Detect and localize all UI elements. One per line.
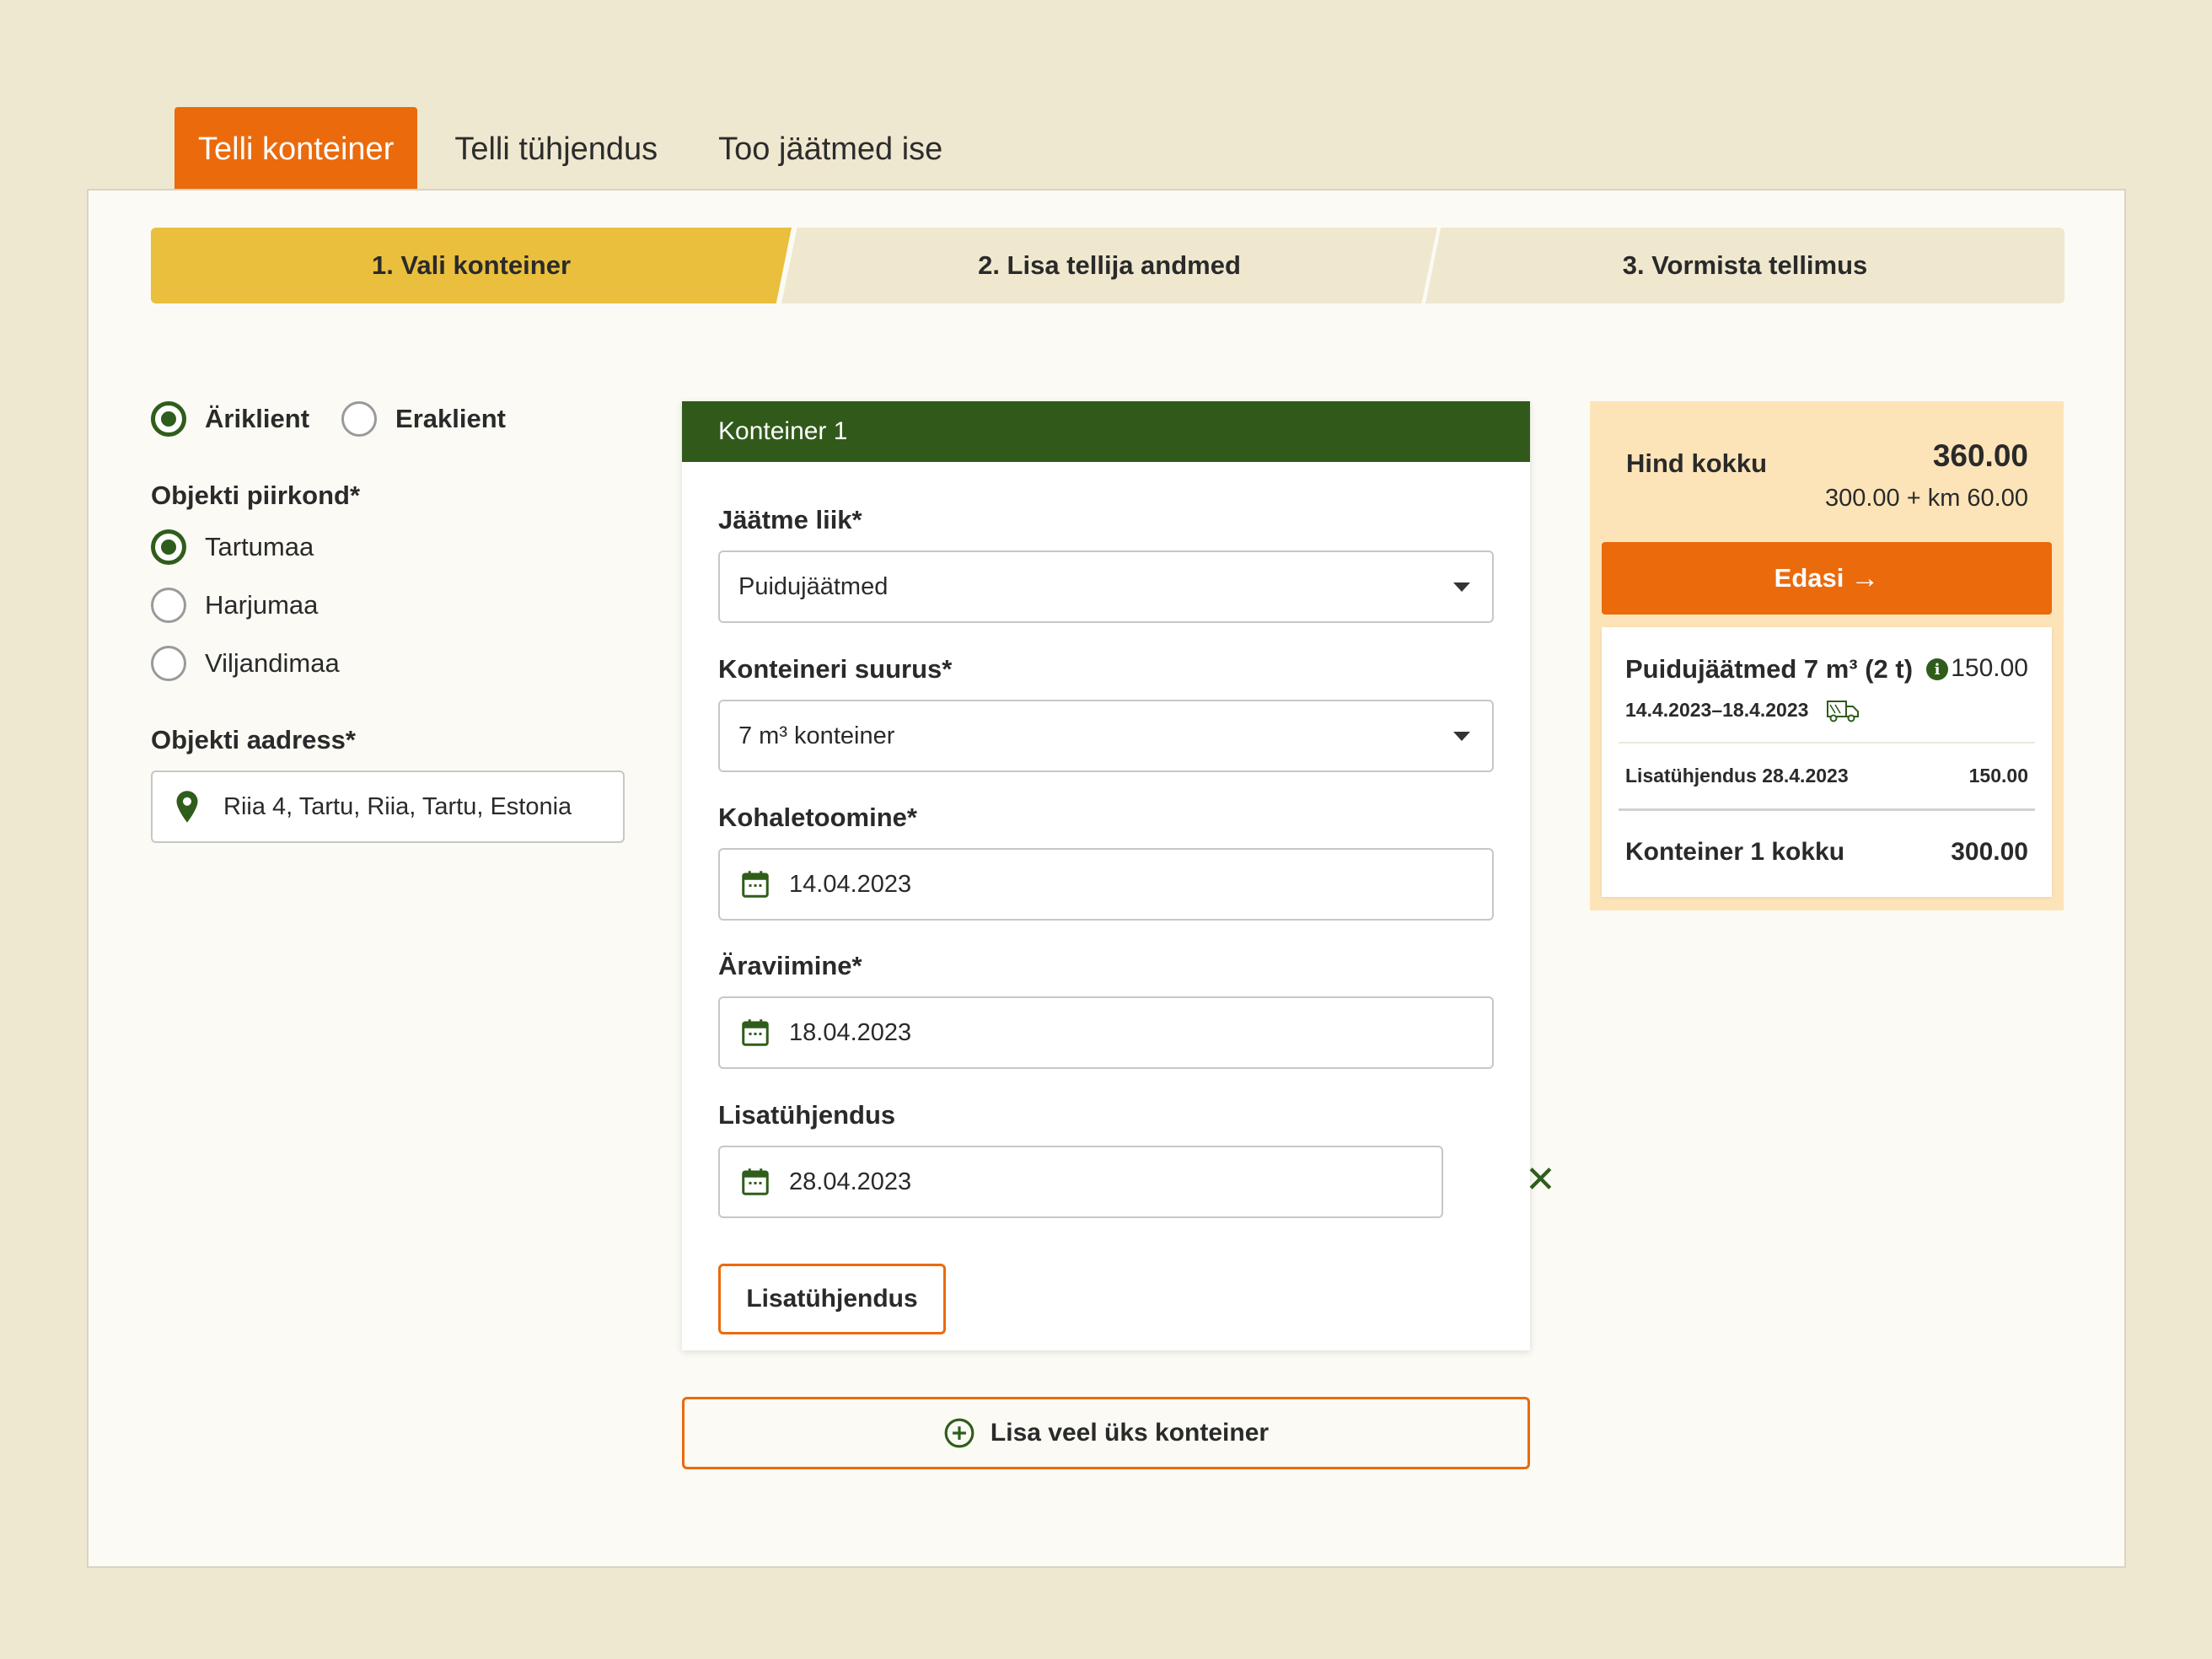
location-pin-icon	[176, 791, 198, 823]
address-value: Riia 4, Tartu, Riia, Tartu, Estonia	[223, 792, 572, 820]
step-finalize-order: 3. Vormista tellimus	[1425, 228, 2064, 303]
waste-type-label: Jäätme liik*	[718, 505, 862, 534]
next-button[interactable]: Edasi →	[1602, 542, 2052, 615]
next-button-label: Edasi	[1774, 563, 1844, 593]
calendar-icon	[742, 871, 769, 898]
dropdown-caret-icon	[1453, 583, 1470, 592]
radio-label: Viljandimaa	[205, 648, 340, 678]
extra-emptying-line-price: 150.00	[1968, 765, 2028, 787]
radio-label: Äriklient	[205, 404, 310, 433]
container-total-label: Konteiner 1 kokku	[1625, 838, 1845, 866]
add-another-container-label: Lisa veel üks konteiner	[990, 1419, 1270, 1447]
radio-selected-icon	[151, 529, 186, 565]
remove-extra-emptying-icon[interactable]: ✕	[1525, 1162, 1556, 1199]
tab-order-container[interactable]: Telli konteiner	[174, 107, 418, 191]
radio-label: Eraklient	[395, 404, 506, 433]
client-type-group: Äriklient Eraklient	[151, 401, 631, 437]
step-choose-container: 1. Vali konteiner	[151, 228, 792, 303]
container-title: Konteiner 1	[682, 401, 1530, 462]
pickup-date-input[interactable]: 18.04.2023	[718, 996, 1494, 1069]
delivery-date-label: Kohaletoomine*	[718, 803, 917, 832]
pickup-date-label: Äraviimine*	[718, 951, 862, 980]
arrow-right-icon: →	[1850, 561, 1880, 594]
price-summary: Hind kokku 360.00 300.00 + km 60.00 Edas…	[1590, 401, 2064, 910]
item-dates: 14.4.2023–18.4.2023	[1625, 698, 1809, 721]
delivery-date-input[interactable]: 14.04.2023	[718, 848, 1494, 921]
divider	[1619, 742, 2035, 744]
radio-region-viljandimaa[interactable]: Viljandimaa	[151, 646, 631, 681]
radio-region-tartumaa[interactable]: Tartumaa	[151, 529, 631, 565]
step-customer-details: 2. Lisa tellija andmed	[781, 228, 1437, 303]
extra-emptying-date-input[interactable]: 28.04.2023	[718, 1146, 1443, 1218]
radio-label: Tartumaa	[205, 532, 314, 561]
delivery-date-value: 14.04.2023	[789, 870, 912, 898]
item-dates-line: 14.4.2023–18.4.2023	[1625, 696, 1862, 723]
progress-stepper: 1. Vali konteiner 2. Lisa tellija andmed…	[151, 228, 2064, 303]
order-items: Puidujäätmed 7 m³ (2 t) i 150.00 14.4.20…	[1602, 627, 2052, 897]
price-breakdown: 300.00 + km 60.00	[1824, 485, 2028, 512]
container-total-price: 300.00	[1951, 838, 2028, 866]
plus-circle-icon	[944, 1418, 974, 1448]
info-icon[interactable]: i	[1926, 658, 1949, 680]
pickup-date-value: 18.04.2023	[789, 1018, 912, 1046]
waste-type-select[interactable]: Puidujäätmed	[718, 550, 1494, 623]
container-size-label: Konteineri suurus*	[718, 654, 953, 684]
container-form: Konteiner 1 Jäätme liik* Puidujäätmed Ko…	[682, 401, 1556, 1350]
radio-label: Harjumaa	[205, 590, 319, 620]
radio-private-client[interactable]: Eraklient	[341, 401, 506, 437]
tab-order-emptying[interactable]: Telli tühjendus	[431, 107, 681, 191]
item-price: 150.00	[1951, 654, 2028, 682]
customer-options: Äriklient Eraklient Objekti piirkond* Ta…	[151, 401, 631, 843]
total-price-label: Hind kokku	[1626, 448, 1768, 478]
order-card: 1. Vali konteiner 2. Lisa tellija andmed…	[87, 189, 2126, 1568]
total-price-value: 360.00	[1932, 438, 2028, 473]
order-tabs: Telli konteiner Telli tühjendus Too jäät…	[174, 107, 966, 191]
item-name: Puidujäätmed 7 m³ (2 t)	[1625, 654, 1914, 684]
dropdown-caret-icon	[1453, 732, 1470, 741]
radio-region-harjumaa[interactable]: Harjumaa	[151, 588, 631, 623]
extra-emptying-label: Lisatühjendus	[718, 1100, 896, 1130]
radio-unselected-icon	[151, 646, 186, 681]
radio-unselected-icon	[341, 401, 378, 437]
add-extra-emptying-button[interactable]: Lisatühjendus	[718, 1264, 946, 1334]
container-size-value: 7 m³ konteiner	[738, 722, 895, 749]
add-another-container-button[interactable]: Lisa veel üks konteiner	[682, 1397, 1530, 1469]
truck-icon	[1827, 701, 1860, 722]
container-size-select[interactable]: 7 m³ konteiner	[718, 700, 1494, 772]
radio-unselected-icon	[151, 588, 186, 623]
calendar-icon	[742, 1019, 769, 1046]
calendar-icon	[742, 1168, 769, 1195]
waste-type-value: Puidujäätmed	[738, 572, 889, 600]
item-line: Puidujäätmed 7 m³ (2 t) i	[1625, 654, 1949, 685]
divider	[1619, 808, 2035, 811]
extra-emptying-line-label: Lisatühjendus 28.4.2023	[1625, 765, 1849, 787]
region-label: Objekti piirkond*	[151, 481, 361, 510]
radio-business-client[interactable]: Äriklient	[151, 401, 309, 437]
radio-selected-icon	[151, 401, 186, 437]
extra-emptying-date-value: 28.04.2023	[789, 1168, 912, 1195]
address-input[interactable]: Riia 4, Tartu, Riia, Tartu, Estonia	[151, 770, 625, 843]
address-label: Objekti aadress*	[151, 725, 356, 754]
tab-bring-waste[interactable]: Too jäätmed ise	[695, 107, 966, 191]
